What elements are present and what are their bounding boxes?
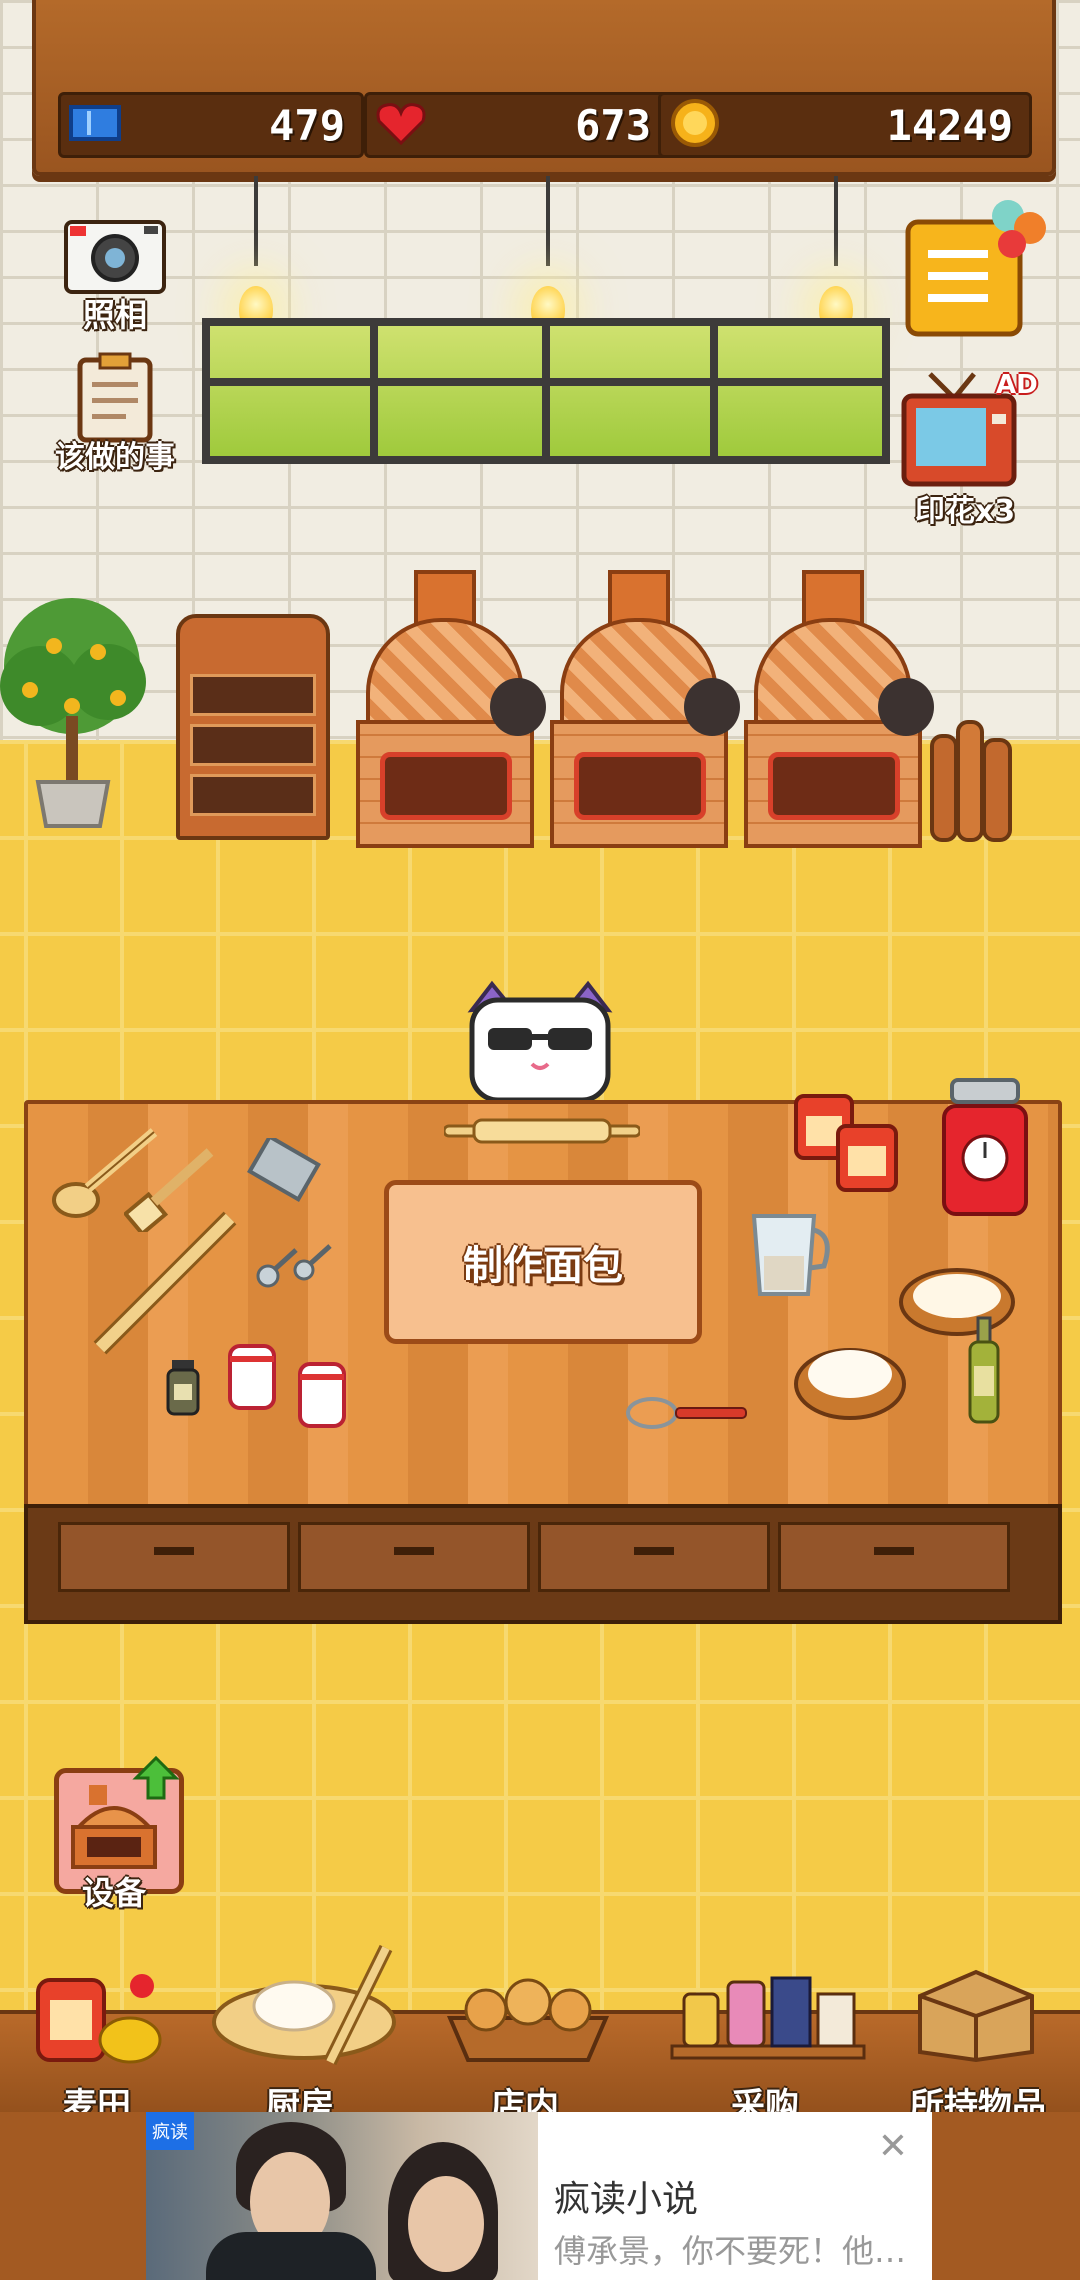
close-icon[interactable]: ✕ (878, 2126, 908, 2167)
nav-kitchen-button[interactable] (210, 1942, 398, 2066)
measuring-cup-icon (744, 1206, 836, 1300)
sugar-jar-icon (226, 1342, 278, 1412)
coin-icon (671, 99, 719, 147)
equipment-label: 设备 (81, 1874, 146, 1912)
firewood-pile (928, 716, 1016, 844)
lamp-cord (834, 176, 838, 266)
cat-baker[interactable] (462, 980, 618, 1103)
nav-store-button[interactable] (444, 1964, 612, 2064)
oil-bottle-icon (966, 1316, 1002, 1426)
coin-counter: 14249 (658, 92, 1032, 158)
nav-purchase-button[interactable] (668, 1970, 868, 2064)
yeast-jar-icon (166, 1356, 200, 1416)
balloon-notepad-icon (905, 200, 1046, 337)
lamp-cord (254, 176, 258, 266)
ad-source-tag: 疯读 (146, 2112, 194, 2150)
ad-title: 疯读小说 (554, 2179, 699, 2220)
heart-icon (376, 103, 426, 146)
nav-wheatfield-button[interactable] (30, 1966, 164, 2070)
banner-ad[interactable]: 疯读 疯读小说 傅承景，你不要死！他紧... ✕ (146, 2112, 932, 2280)
ad-subtitle: 傅承景，你不要死！他紧... (554, 2232, 924, 2270)
upgrade-arrow-icon (132, 1754, 180, 1802)
ticket-icon (69, 105, 121, 141)
rolling-pin-icon (442, 1116, 642, 1146)
ad-image (146, 2112, 538, 2280)
salt-jar-icon (296, 1360, 348, 1430)
whisk-icon (626, 1390, 750, 1436)
counter-drawers (24, 1504, 1062, 1624)
oven-3[interactable] (744, 570, 934, 848)
potted-tree (0, 586, 146, 836)
nav-inventory-button[interactable] (914, 1962, 1038, 2064)
lamp-cord (546, 176, 550, 266)
bread-basket-icon (446, 1978, 610, 2062)
ad-badge: AD (996, 370, 1038, 400)
flour-bowl-icon (792, 1332, 908, 1424)
todo-button[interactable] (74, 352, 156, 444)
stamp-label: 印花x3 (914, 494, 1016, 529)
heart-value: 673 (575, 101, 651, 150)
bread-shelf (176, 614, 330, 840)
clipboard-icon (77, 352, 153, 443)
oven-1[interactable] (356, 570, 546, 848)
coin-value: 14249 (886, 101, 1013, 150)
rolling-stick-icon (90, 1208, 240, 1358)
camera-icon (64, 220, 166, 294)
wheat-sack-icon (36, 1974, 162, 2064)
ticket-counter: 479 (58, 92, 364, 158)
cardboard-box-icon (918, 1969, 1034, 2063)
stamp-tv-button[interactable]: AD (900, 370, 1038, 490)
kitchen-scale-icon (938, 1076, 1032, 1218)
heart-counter: 673 (364, 92, 670, 158)
camera-label: 照相 (82, 296, 147, 334)
camera-button[interactable] (62, 216, 168, 298)
oven-2[interactable] (550, 570, 740, 848)
notes-button[interactable] (904, 200, 1054, 340)
shelf-goods-icon (670, 1976, 866, 2060)
flour-bags-icon (792, 1090, 902, 1194)
measuring-spoons-icon (250, 1236, 334, 1294)
dough-board-icon (212, 1944, 396, 2066)
ticket-value: 479 (269, 101, 345, 150)
make-bread-button[interactable]: 制作面包 (384, 1180, 702, 1344)
hud-board: 479 673 14249 (32, 0, 1056, 176)
bench-scraper-icon (246, 1133, 322, 1204)
shop-window (202, 318, 890, 464)
todo-label: 该做的事 (55, 440, 175, 475)
